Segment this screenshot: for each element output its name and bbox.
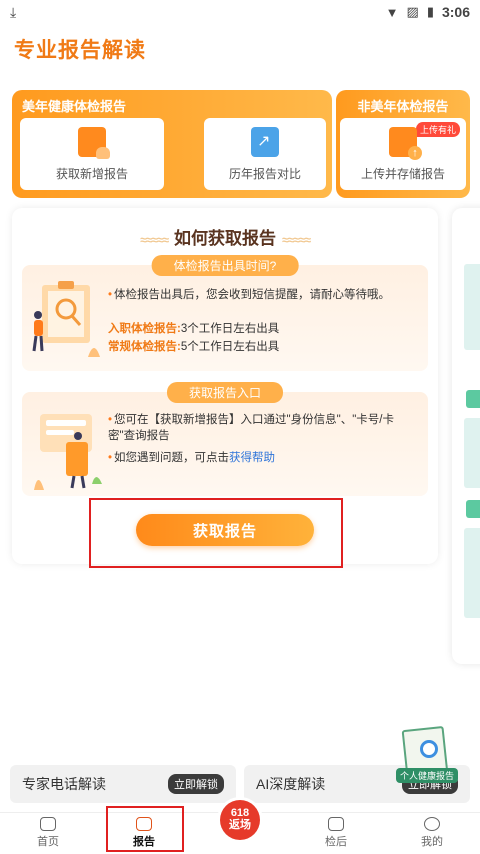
card-heading: ≈≈≈≈≈ 如何获取报告 ≈≈≈≈≈	[12, 224, 438, 249]
report-entry-line1-text: 您可在【获取新增报告】入口通过"身份信息"、"卡号/卡密"查询报告	[108, 414, 394, 442]
download-icon: ⤓	[10, 3, 17, 20]
regular-report-value: 5个工作日左右出具	[180, 341, 280, 353]
next-card-peek[interactable]	[452, 208, 480, 664]
upload-report-label: 上传并存储报告	[360, 166, 445, 181]
onboarding-report-value: 3个工作日左右出具	[180, 323, 280, 335]
regular-report-label: 常规体检报告:	[108, 341, 181, 353]
gift-tag: 上传有礼	[415, 122, 460, 137]
clock: 3:06	[441, 4, 470, 20]
ai-analysis-label: AI深度解读	[256, 776, 326, 792]
bullet-dot: •	[108, 414, 113, 426]
report-time-tag: 体检报告出具时间?	[151, 255, 299, 276]
wifi-icon: ▼	[385, 4, 399, 20]
smile-icon	[424, 817, 440, 831]
get-new-report-label: 获取新增报告	[55, 166, 128, 181]
report-entry-line1: • 您可在【获取新增报告】入口通过"身份信息"、"卡号/卡密"查询报告	[108, 412, 420, 444]
post-exam-icon	[328, 817, 344, 831]
onboarding-report-line: 入职体检报告:3个工作日左右出具	[108, 321, 279, 337]
tab-mine[interactable]: 我的	[402, 817, 462, 849]
other-banner-title: 非美年体检报告	[357, 99, 449, 114]
peek-panel	[464, 528, 480, 618]
compare-reports-tile[interactable]: 历年报告对比	[204, 118, 326, 190]
expert-phone-label: 专家电话解读	[22, 776, 106, 792]
peek-marker	[466, 390, 480, 408]
peek-marker	[466, 500, 480, 518]
magnifier-icon	[420, 740, 438, 758]
wave-decoration: ≈≈≈≈≈	[282, 232, 311, 247]
compare-reports-label: 历年报告对比	[228, 166, 301, 181]
personal-health-report-label: 个人健康报告	[396, 768, 458, 783]
promo-line1: 618	[230, 807, 250, 819]
get-report-button[interactable]: 获取报告	[136, 514, 314, 546]
tab-mine-label: 我的	[421, 836, 443, 848]
report-time-box: 体检报告出具时间? • 体检报告出具后，您会收到短信提醒，请耐心等待哦。 入职体检…	[22, 255, 428, 371]
report-entry-line2: • 如您遇到问题，可点击获得帮助	[108, 450, 275, 466]
report-entry-tag: 获取报告入口	[166, 382, 284, 403]
peek-panel	[464, 264, 480, 350]
upload-report-icon	[389, 126, 422, 160]
upload-report-tile[interactable]: 上传有礼 上传并存储报告	[340, 118, 466, 190]
report-time-desc: • 体检报告出具后，您会收到短信提醒，请耐心等待哦。	[108, 287, 390, 303]
peek-panel	[464, 418, 480, 488]
tab-post-exam-label: 检后	[325, 836, 347, 848]
home-icon	[40, 817, 56, 831]
get-new-report-tile[interactable]: 获取新增报告	[20, 118, 164, 190]
expert-phone-card[interactable]: 专家电话解读 立即解锁	[10, 765, 236, 803]
personal-health-report-badge[interactable]: 个人健康报告	[396, 725, 458, 786]
bullet-dot: •	[108, 452, 113, 464]
status-bar: ⤓ ▼ ▨ ▮ 3:06	[0, 0, 480, 24]
tab-home-label: 首页	[37, 836, 59, 848]
promo-618-button[interactable]: 618 返场	[220, 800, 260, 840]
other-report-banner: 非美年体检报告 上传有礼 上传并存储报告	[336, 90, 470, 198]
wave-decoration: ≈≈≈≈≈	[140, 232, 169, 247]
page-title: 专业报告解读	[14, 39, 146, 62]
highlight-frame	[106, 806, 184, 852]
report-entry-line2-text: 如您遇到问题，可点击	[114, 452, 230, 464]
report-entry-box: 获取报告入口 • 您可在【获取新增报告】入口通过"身份信息"、"卡号/卡密"查询报…	[22, 382, 428, 496]
meinian-banner-title: 美年健康体检报告	[22, 99, 127, 114]
tab-home[interactable]: 首页	[18, 817, 78, 849]
unlock-button[interactable]: 立即解锁	[168, 774, 224, 794]
promo-line2: 返场	[229, 819, 251, 831]
tab-post-exam[interactable]: 检后	[306, 817, 366, 849]
report-time-desc-text: 体检报告出具后，您会收到短信提醒，请耐心等待哦。	[114, 289, 391, 301]
report-doc-icon	[78, 126, 110, 159]
get-help-link[interactable]: 获得帮助	[229, 452, 275, 464]
onboarding-report-label: 入职体检报告:	[108, 323, 181, 335]
battery-icon: ▮	[426, 4, 434, 19]
card-heading-text: 如何获取报告	[174, 229, 276, 248]
phone-person-illustration	[34, 414, 102, 490]
no-sim-icon: ▨	[406, 4, 419, 19]
regular-report-line: 常规体检报告:5个工作日左右出具	[108, 339, 279, 355]
bullet-dot: •	[108, 289, 113, 301]
chart-icon	[251, 126, 279, 157]
clipboard-person-illustration	[32, 281, 100, 357]
meinian-report-banner: 美年健康体检报告 获取新增报告 历年报告对比	[12, 90, 332, 198]
